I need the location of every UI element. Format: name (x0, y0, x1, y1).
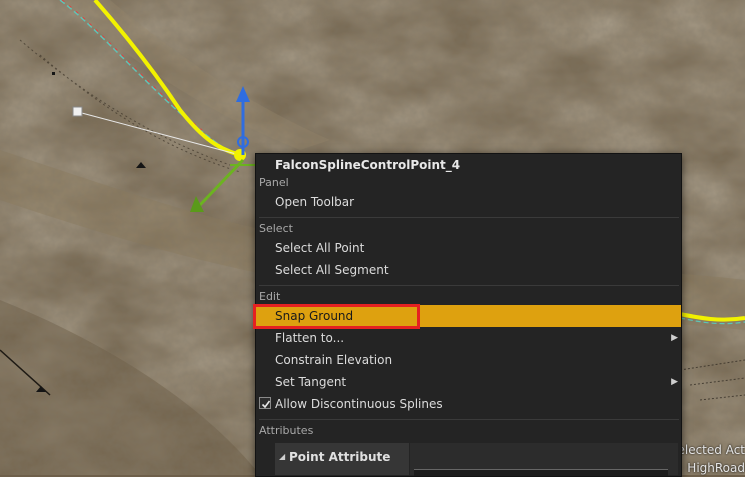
menu-item-label: Flatten to... (275, 331, 345, 345)
menu-title: FalconSplineControlPoint_4 (275, 158, 461, 172)
menu-item-allow-discontinuous-splines[interactable]: Allow Discontinuous Splines (256, 393, 681, 415)
checkmark-icon (261, 400, 271, 409)
menu-item-label: Select All Segment (275, 263, 389, 277)
menu-item-set-tangent[interactable]: Set Tangent ▶ (256, 371, 681, 393)
menu-separator (259, 419, 679, 420)
section-header-edit: Edit (259, 290, 281, 303)
section-header-attributes: Attributes (259, 424, 314, 437)
menu-item-select-all-segment[interactable]: Select All Segment (256, 259, 681, 281)
point-attribute-label: Point Attribute (289, 450, 391, 464)
section-header-select: Select (259, 222, 293, 235)
point-attribute-header[interactable]: ◢ Point Attribute (275, 443, 409, 475)
menu-item-select-all-point[interactable]: Select All Point (256, 237, 681, 259)
highroad-text: HighRoad (687, 461, 745, 475)
menu-item-label: Select All Point (275, 241, 365, 255)
menu-separator (259, 217, 679, 218)
expand-triangle-icon[interactable]: ◢ (279, 452, 285, 461)
menu-item-constrain-elevation[interactable]: Constrain Elevation (256, 349, 681, 371)
section-header-panel: Panel (259, 176, 289, 189)
checkbox[interactable] (259, 397, 271, 409)
menu-item-label: Open Toolbar (275, 195, 355, 209)
submenu-arrow-icon: ▶ (671, 377, 678, 387)
submenu-arrow-icon: ▶ (671, 333, 678, 343)
menu-item-open-toolbar[interactable]: Open Toolbar (256, 191, 681, 213)
menu-item-flatten-to[interactable]: Flatten to... ▶ (256, 327, 681, 349)
menu-item-label: Constrain Elevation (275, 353, 393, 367)
point-attribute-value-area (410, 443, 678, 476)
menu-item-label: Set Tangent (275, 375, 347, 389)
menu-separator (259, 285, 679, 286)
annotation-highlight-box (253, 304, 420, 329)
menu-item-label: Allow Discontinuous Splines (275, 397, 443, 411)
